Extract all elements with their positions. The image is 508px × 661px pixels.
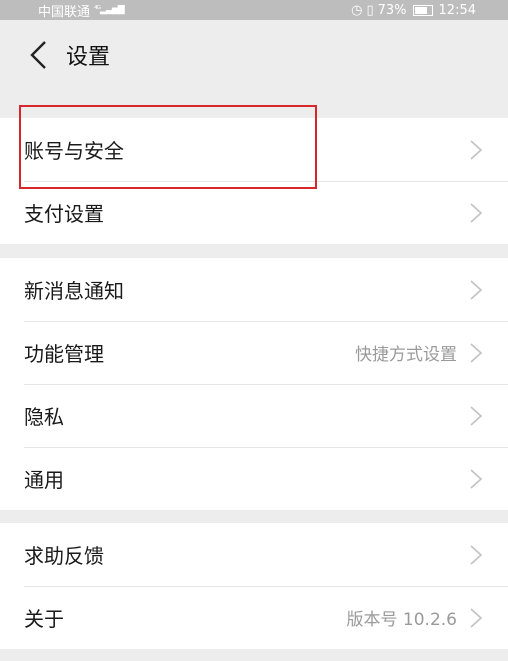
chevron-right-icon: [469, 468, 483, 490]
row-label: 账号与安全: [24, 139, 124, 163]
back-chevron-icon[interactable]: [16, 33, 60, 77]
status-right: ◷ ▯ 73% 12:54: [351, 3, 476, 18]
battery-percent: 73%: [377, 2, 407, 18]
settings-group-account: 账号与安全 支付设置: [0, 118, 508, 244]
status-left: 中国联通 ⁴ᴳ▂▃▅▇: [38, 1, 125, 20]
settings-group-help: 求助反馈 关于 版本号 10.2.6: [0, 523, 508, 649]
status-bar: 中国联通 ⁴ᴳ▂▃▅▇ ◷ ▯ 73% 12:54: [0, 0, 508, 20]
row-label: 支付设置: [24, 202, 104, 226]
row-account-security[interactable]: 账号与安全: [0, 118, 508, 181]
chevron-right-icon: [469, 544, 483, 566]
signal-icon: ⁴ᴳ▂▃▅▇: [94, 5, 125, 15]
row-general[interactable]: 通用: [0, 447, 508, 510]
page-title: 设置: [66, 45, 111, 70]
row-label: 关于: [24, 607, 64, 631]
row-about[interactable]: 关于 版本号 10.2.6: [0, 586, 508, 649]
row-label: 新消息通知: [24, 279, 124, 303]
row-feature-management[interactable]: 功能管理 快捷方式设置: [0, 321, 508, 384]
row-privacy[interactable]: 隐私: [0, 384, 508, 447]
row-value: 版本号 10.2.6: [346, 610, 457, 630]
settings-group-general: 新消息通知 功能管理 快捷方式设置 隐私 通用: [0, 258, 508, 510]
carrier-name: 中国联通: [38, 4, 91, 20]
row-new-message-notification[interactable]: 新消息通知: [0, 258, 508, 321]
battery-icon: [412, 4, 433, 16]
chevron-right-icon: [469, 607, 483, 629]
chevron-right-icon: [469, 139, 483, 161]
row-label: 功能管理: [24, 342, 104, 366]
row-value: 快捷方式设置: [355, 345, 457, 365]
chevron-right-icon: [469, 279, 483, 301]
clock: 12:54: [438, 2, 476, 18]
alarm-icon: ◷: [351, 2, 363, 18]
row-help-feedback[interactable]: 求助反馈: [0, 523, 508, 586]
chevron-right-icon: [469, 202, 483, 224]
title-bar: 设置: [0, 20, 508, 90]
row-label: 通用: [24, 468, 64, 492]
row-label: 隐私: [24, 405, 64, 429]
row-label: 求助反馈: [24, 544, 104, 568]
row-payment-settings[interactable]: 支付设置: [0, 181, 508, 244]
chevron-right-icon: [469, 342, 483, 364]
vibrate-icon: ▯: [366, 2, 374, 18]
chevron-right-icon: [469, 405, 483, 427]
